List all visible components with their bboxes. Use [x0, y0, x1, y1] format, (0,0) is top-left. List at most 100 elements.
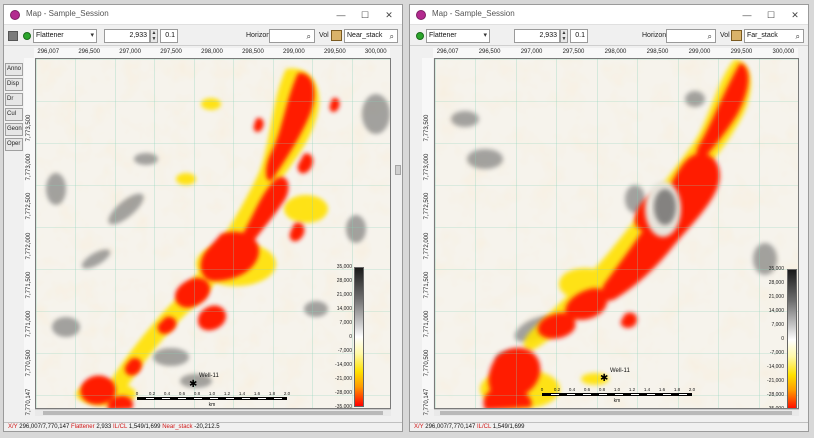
map-window-right: Map - Sample_Session — ☐ ✕ Flattener ▾ 2…	[409, 4, 809, 432]
title-bar[interactable]: Map - Sample_Session — ☐ ✕	[4, 5, 402, 25]
value-spinner[interactable]: ▲ ▼	[150, 29, 158, 43]
scale-tick-label: 2.0	[688, 387, 696, 392]
search-icon[interactable]: ⌕	[390, 31, 394, 43]
mode-select[interactable]: Flattener ▾	[426, 29, 490, 43]
colorbar-labels: 35,000 28,000 21,000 14,000 7,000 0 -7,000 -14,…	[330, 264, 352, 408]
scrollbar-thumb[interactable]	[43, 411, 383, 415]
side-tab-geon[interactable]: Geon	[5, 123, 23, 136]
x-tick-label: 298,000	[604, 49, 627, 55]
horizontal-scrollbar[interactable]	[35, 409, 391, 416]
y-axis-ruler: 7,773,500 7,773,000 7,772,500 7,772,000 7,77…	[24, 58, 35, 415]
y-tick-label: 7,772,500	[424, 193, 430, 220]
colorbar-tick-label: -14,000	[767, 364, 784, 370]
search-icon[interactable]: ⌕	[796, 31, 800, 43]
scale-tick-label: 0.2	[553, 387, 561, 392]
scale-unit: km	[613, 398, 621, 404]
horizontal-scrollbar[interactable]	[434, 409, 799, 416]
side-tab-anno[interactable]: Anno	[5, 63, 23, 76]
x-tick-label: 300,000	[364, 49, 387, 55]
step-input[interactable]: 0.1	[160, 29, 178, 43]
scrollbar-thumb[interactable]	[440, 411, 792, 415]
x-tick-label: 299,000	[283, 49, 305, 55]
x-axis-ruler: 296,007 296,500 297,000 297,500 298,000 298,5…	[34, 48, 390, 58]
scale-bar: 0 0.2 0.4 0.6 0.8 1.0 1.2 1.4 1.6 1.8 2.0 km	[540, 387, 696, 405]
colorbar-tick-label: -28,000	[335, 390, 352, 396]
panel-resize-handle[interactable]	[395, 165, 401, 175]
volume-icon	[331, 30, 342, 41]
x-tick-label: 297,500	[562, 49, 585, 55]
scale-tick-label: 0.8	[193, 391, 201, 396]
mode-select[interactable]: Flattener ▾	[33, 29, 97, 43]
scale-tick-label: 1.4	[643, 387, 651, 392]
y-tick-label: 7,771,500	[424, 271, 430, 298]
status-dot-icon	[416, 32, 424, 40]
x-tick-label: 298,000	[201, 49, 223, 55]
well-marker-icon[interactable]: ✱	[600, 374, 608, 384]
horizon-select[interactable]: ⌕	[269, 29, 315, 43]
y-tick-label: 7,773,500	[26, 114, 32, 142]
maximize-icon[interactable]: ☐	[354, 8, 376, 22]
step-input[interactable]: 0.1	[570, 29, 588, 43]
y-tick-label: 7,770,500	[26, 349, 32, 377]
minimize-icon[interactable]: —	[330, 8, 352, 22]
y-tick-label: 7,770,500	[424, 349, 430, 377]
x-tick-label: 299,500	[323, 49, 346, 55]
minimize-icon[interactable]: —	[736, 8, 758, 22]
side-tab-oper[interactable]: Oper	[5, 138, 23, 151]
y-tick-label: 7,771,000	[26, 310, 32, 338]
scale-tick-label: 0	[540, 387, 544, 392]
colorbar-tick-label: -21,000	[335, 376, 352, 382]
flattener-value-input[interactable]: 2,933	[514, 29, 560, 43]
colorbar	[787, 269, 797, 408]
scale-tick-label: 2.0	[283, 391, 291, 396]
toolbar: Flattener ▾ 2,933 ▲ ▼ 0.1 Horizon ⌕ Vol N…	[4, 26, 402, 46]
volume-select[interactable]: Near_stack ⌕	[344, 29, 398, 43]
volume-select[interactable]: Far_stack ⌕	[744, 29, 804, 43]
amplitude-map-plot[interactable]: ✱ Well-11 35,000 28,000 21,000 14,000 7,000 0…	[434, 58, 799, 409]
x-tick-label: 296,500	[478, 49, 501, 55]
y-tick-label: 7,773,000	[26, 153, 32, 181]
scale-tick-label: 1.6	[658, 387, 666, 392]
y-axis-ruler: 7,773,500 7,773,000 7,772,500 7,772,000 7,77…	[422, 58, 433, 415]
y-tick-label: 7,771,500	[26, 271, 32, 298]
close-icon[interactable]: ✕	[378, 8, 400, 22]
scale-tick-label: 0	[135, 391, 139, 396]
volume-icon	[731, 30, 742, 41]
toolbar-grip-icon[interactable]	[8, 31, 18, 41]
x-tick-label: 297,000	[119, 49, 141, 55]
amplitude-map-plot[interactable]: ✱ Well-11 35,000 28,000 21,000 14,000 7,000 0…	[35, 58, 391, 409]
well-label: Well-11	[610, 368, 630, 374]
scale-tick-label: 0.4	[163, 391, 171, 396]
scale-tick-label: 1.8	[268, 391, 276, 396]
y-tick-label: 7,772,000	[424, 232, 430, 259]
search-icon[interactable]: ⌕	[708, 31, 712, 43]
value-spinner[interactable]: ▲ ▼	[560, 29, 568, 43]
side-tab-disp[interactable]: Disp	[5, 78, 23, 91]
scale-tick-label: 0.4	[568, 387, 576, 392]
flattener-value-input[interactable]: 2,933	[104, 29, 150, 43]
horizon-select[interactable]: ⌕	[666, 29, 716, 43]
colorbar	[354, 267, 364, 407]
title-bar[interactable]: Map - Sample_Session — ☐ ✕	[410, 5, 808, 25]
colorbar-tick-label: 21,000	[768, 294, 784, 300]
colorbar-tick-label: -14,000	[335, 362, 352, 368]
x-tick-label: 296,007	[37, 49, 60, 55]
colorbar-tick-label: -28,000	[767, 392, 784, 398]
vol-label: Vol	[319, 32, 329, 39]
well-marker-icon[interactable]: ✱	[189, 380, 197, 390]
colorbar-tick-label: 21,000	[336, 292, 352, 298]
search-icon[interactable]: ⌕	[307, 31, 311, 43]
colorbar-tick-label: 7,000	[771, 322, 784, 328]
scale-bar: 0 0.2 0.4 0.6 0.8 1.0 1.2 1.4 1.6 1.8 2.0 km	[135, 391, 291, 408]
map-window-left: Map - Sample_Session — ☐ ✕ Flattener ▾ 2…	[3, 4, 403, 432]
y-tick-label: 7,770,147	[424, 388, 430, 416]
side-tab-dr[interactable]: Dr	[5, 93, 23, 106]
side-tab-cul[interactable]: Cul	[5, 108, 23, 121]
x-axis-ruler: 296,007 296,500 297,000 297,500 298,000 298,5…	[433, 48, 798, 58]
close-icon[interactable]: ✕	[784, 8, 806, 22]
side-tab-strip: Anno Disp Dr Cul Geon Oper	[5, 63, 23, 153]
x-tick-label: 298,500	[242, 49, 264, 55]
maximize-icon[interactable]: ☐	[760, 8, 782, 22]
x-tick-label: 297,500	[160, 49, 182, 55]
scale-tick-label: 0.6	[583, 387, 591, 392]
